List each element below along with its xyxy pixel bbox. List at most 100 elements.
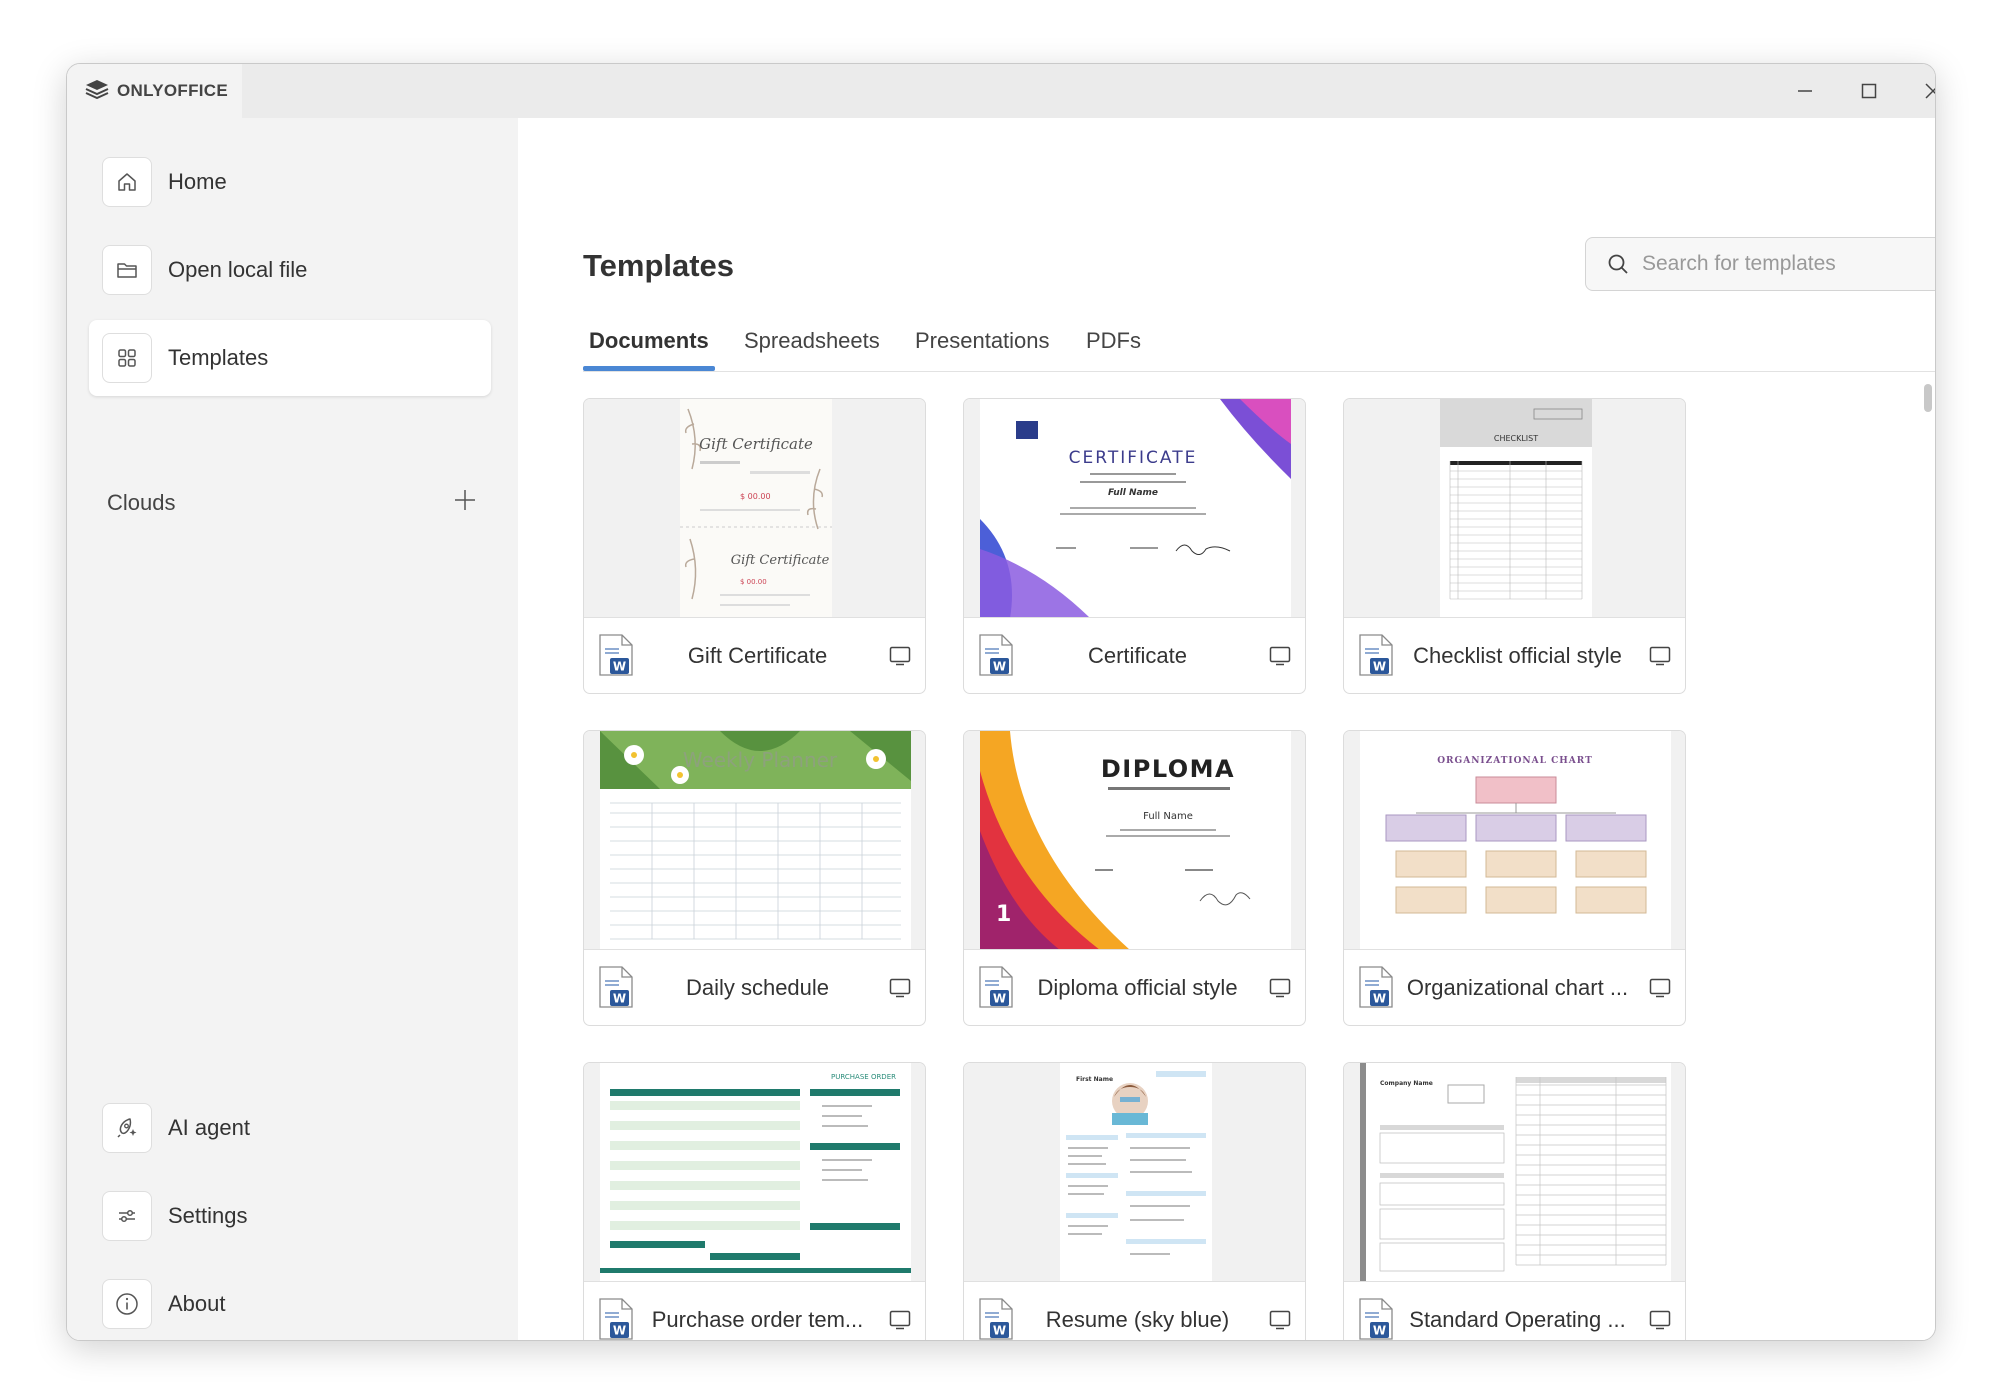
template-name: Certificate	[1087, 643, 1188, 668]
template-name: Gift Certificate	[687, 643, 828, 668]
template-card-organizational-chart[interactable]: ORGANIZATIONAL CHART W Organizational ch…	[1343, 730, 1686, 1026]
svg-text:Full Name: Full Name	[1143, 811, 1193, 822]
sidebar-item-settings[interactable]: Settings	[89, 1178, 491, 1254]
svg-text:W: W	[613, 1324, 626, 1338]
minimize-button[interactable]	[1773, 64, 1837, 118]
plus-icon	[455, 490, 475, 510]
onlyoffice-logo-icon	[85, 79, 109, 104]
template-thumbnail: Gift Certificate $ 00.00 Gift Certificat…	[584, 399, 925, 618]
template-name: Organizational chart ...	[1406, 975, 1629, 1000]
template-thumbnail: First Name	[964, 1063, 1305, 1282]
word-document-icon: W	[979, 966, 1013, 1008]
folder-icon	[102, 245, 152, 295]
search-input[interactable]	[1642, 252, 1935, 276]
add-cloud-button[interactable]	[453, 488, 477, 517]
preview-icon[interactable]	[1269, 1310, 1291, 1330]
template-thumbnail: Weekly Planner	[584, 731, 925, 950]
template-card-checklist[interactable]: CHECKLIST W Checklist official style	[1343, 398, 1686, 694]
search-box[interactable]	[1585, 237, 1935, 291]
template-thumbnail: CERTIFICATE Full Name	[964, 399, 1305, 618]
template-thumbnail: PURCHASE ORDER	[584, 1063, 925, 1282]
app-tab[interactable]: ONLYOFFICE	[67, 64, 242, 118]
sidebar-item-templates[interactable]: Templates	[89, 320, 491, 396]
tab-documents[interactable]: Documents	[589, 328, 709, 354]
svg-text:W: W	[993, 1324, 1006, 1338]
thumb-title: ORGANIZATIONAL CHART	[1437, 756, 1593, 766]
template-card-footer: W Certificate	[964, 618, 1305, 693]
svg-text:W: W	[993, 992, 1006, 1006]
template-card-daily-schedule[interactable]: Weekly Planner W Daily schedule	[583, 730, 926, 1026]
preview-icon[interactable]	[889, 1310, 911, 1330]
word-document-icon: W	[1359, 634, 1393, 676]
thumb-title: First Name	[1076, 1076, 1113, 1083]
template-name: Daily schedule	[685, 975, 830, 1000]
template-name: Checklist official style	[1413, 643, 1622, 668]
maximize-icon	[1861, 83, 1877, 99]
preview-icon[interactable]	[889, 978, 911, 998]
sidebar: Home Open local file Templates Clouds AI…	[67, 118, 518, 1340]
tab-presentations[interactable]: Presentations	[915, 328, 1050, 354]
sidebar-item-label: Settings	[168, 1203, 248, 1228]
thumb-title: Company Name	[1380, 1080, 1433, 1087]
word-document-icon: W	[599, 634, 633, 676]
close-button[interactable]	[1901, 64, 1935, 118]
template-thumbnail: ORGANIZATIONAL CHART	[1344, 731, 1685, 950]
sidebar-item-label: About	[168, 1291, 226, 1316]
word-document-icon: W	[1359, 966, 1393, 1008]
sidebar-item-label: AI agent	[168, 1115, 250, 1140]
sidebar-item-about[interactable]: About	[89, 1266, 491, 1340]
sidebar-item-open-local-file[interactable]: Open local file	[89, 232, 491, 308]
clouds-section: Clouds	[107, 488, 477, 517]
template-card-gift-certificate[interactable]: Gift Certificate $ 00.00 Gift Certificat…	[583, 398, 926, 694]
template-name: Diploma official style	[1037, 975, 1238, 1000]
template-card-footer: W Checklist official style	[1344, 618, 1685, 693]
main-content: Templates Documents Spreadsheets Present…	[518, 118, 1935, 1340]
template-card-resume[interactable]: First Name W Resume (sky blue)	[963, 1062, 1306, 1340]
template-card-purchase-order[interactable]: PURCHASE ORDER W Purchase order tem...	[583, 1062, 926, 1340]
template-card-footer: W Resume (sky blue)	[964, 1282, 1305, 1340]
templates-grid: Gift Certificate $ 00.00 Gift Certificat…	[583, 398, 1903, 1340]
template-card-standard-operating[interactable]: Company Name W Standard Operating ...	[1343, 1062, 1686, 1340]
title-bar: ONLYOFFICE	[67, 64, 1935, 118]
svg-text:Full Name: Full Name	[1108, 488, 1158, 498]
maximize-button[interactable]	[1837, 64, 1901, 118]
sidebar-item-label: Home	[168, 169, 227, 194]
thumb-title: Weekly Planner	[683, 748, 838, 772]
thumb-title: Gift Certificate	[731, 553, 830, 568]
thumb-title: CERTIFICATE	[1069, 448, 1198, 468]
tab-spreadsheets[interactable]: Spreadsheets	[744, 328, 880, 354]
thumb-title: Gift Certificate	[699, 435, 813, 453]
clouds-label: Clouds	[107, 489, 176, 515]
sidebar-item-home[interactable]: Home	[89, 144, 491, 220]
preview-icon[interactable]	[1269, 978, 1291, 998]
template-card-diploma[interactable]: 1 DIPLOMA Full Name W Diploma official s…	[963, 730, 1306, 1026]
sidebar-item-label: Open local file	[168, 257, 308, 282]
template-name: Resume (sky blue)	[1045, 1307, 1230, 1332]
app-window: ONLYOFFICE Home Open local file Template…	[66, 63, 1936, 1341]
template-name: Standard Operating ...	[1409, 1307, 1626, 1332]
home-icon	[102, 157, 152, 207]
sliders-icon	[102, 1191, 152, 1241]
template-tabs: Documents Spreadsheets Presentations PDF…	[583, 318, 1935, 372]
app-name: ONLYOFFICE	[117, 81, 228, 100]
info-icon	[102, 1279, 152, 1329]
thumb-title: CHECKLIST	[1494, 434, 1538, 443]
template-thumbnail: 1 DIPLOMA Full Name	[964, 731, 1305, 950]
preview-icon[interactable]	[1649, 978, 1671, 998]
templates-scrollbar[interactable]	[1923, 384, 1933, 1324]
close-icon	[1925, 83, 1935, 99]
preview-icon[interactable]	[1649, 1310, 1671, 1330]
svg-text:1: 1	[996, 902, 1011, 927]
sidebar-item-ai-agent[interactable]: AI agent	[89, 1090, 491, 1166]
preview-icon[interactable]	[1269, 646, 1291, 666]
preview-icon[interactable]	[1649, 646, 1671, 666]
tab-pdfs[interactable]: PDFs	[1086, 328, 1141, 354]
word-document-icon: W	[979, 634, 1013, 676]
template-card-certificate[interactable]: CERTIFICATE Full Name W Certificate	[963, 398, 1306, 694]
template-card-footer: W Diploma official style	[964, 950, 1305, 1025]
svg-text:$ 00.00: $ 00.00	[740, 578, 767, 586]
template-card-footer: W Daily schedule	[584, 950, 925, 1025]
preview-icon[interactable]	[889, 646, 911, 666]
scrollbar-thumb[interactable]	[1924, 384, 1932, 412]
svg-text:W: W	[1373, 1324, 1386, 1338]
